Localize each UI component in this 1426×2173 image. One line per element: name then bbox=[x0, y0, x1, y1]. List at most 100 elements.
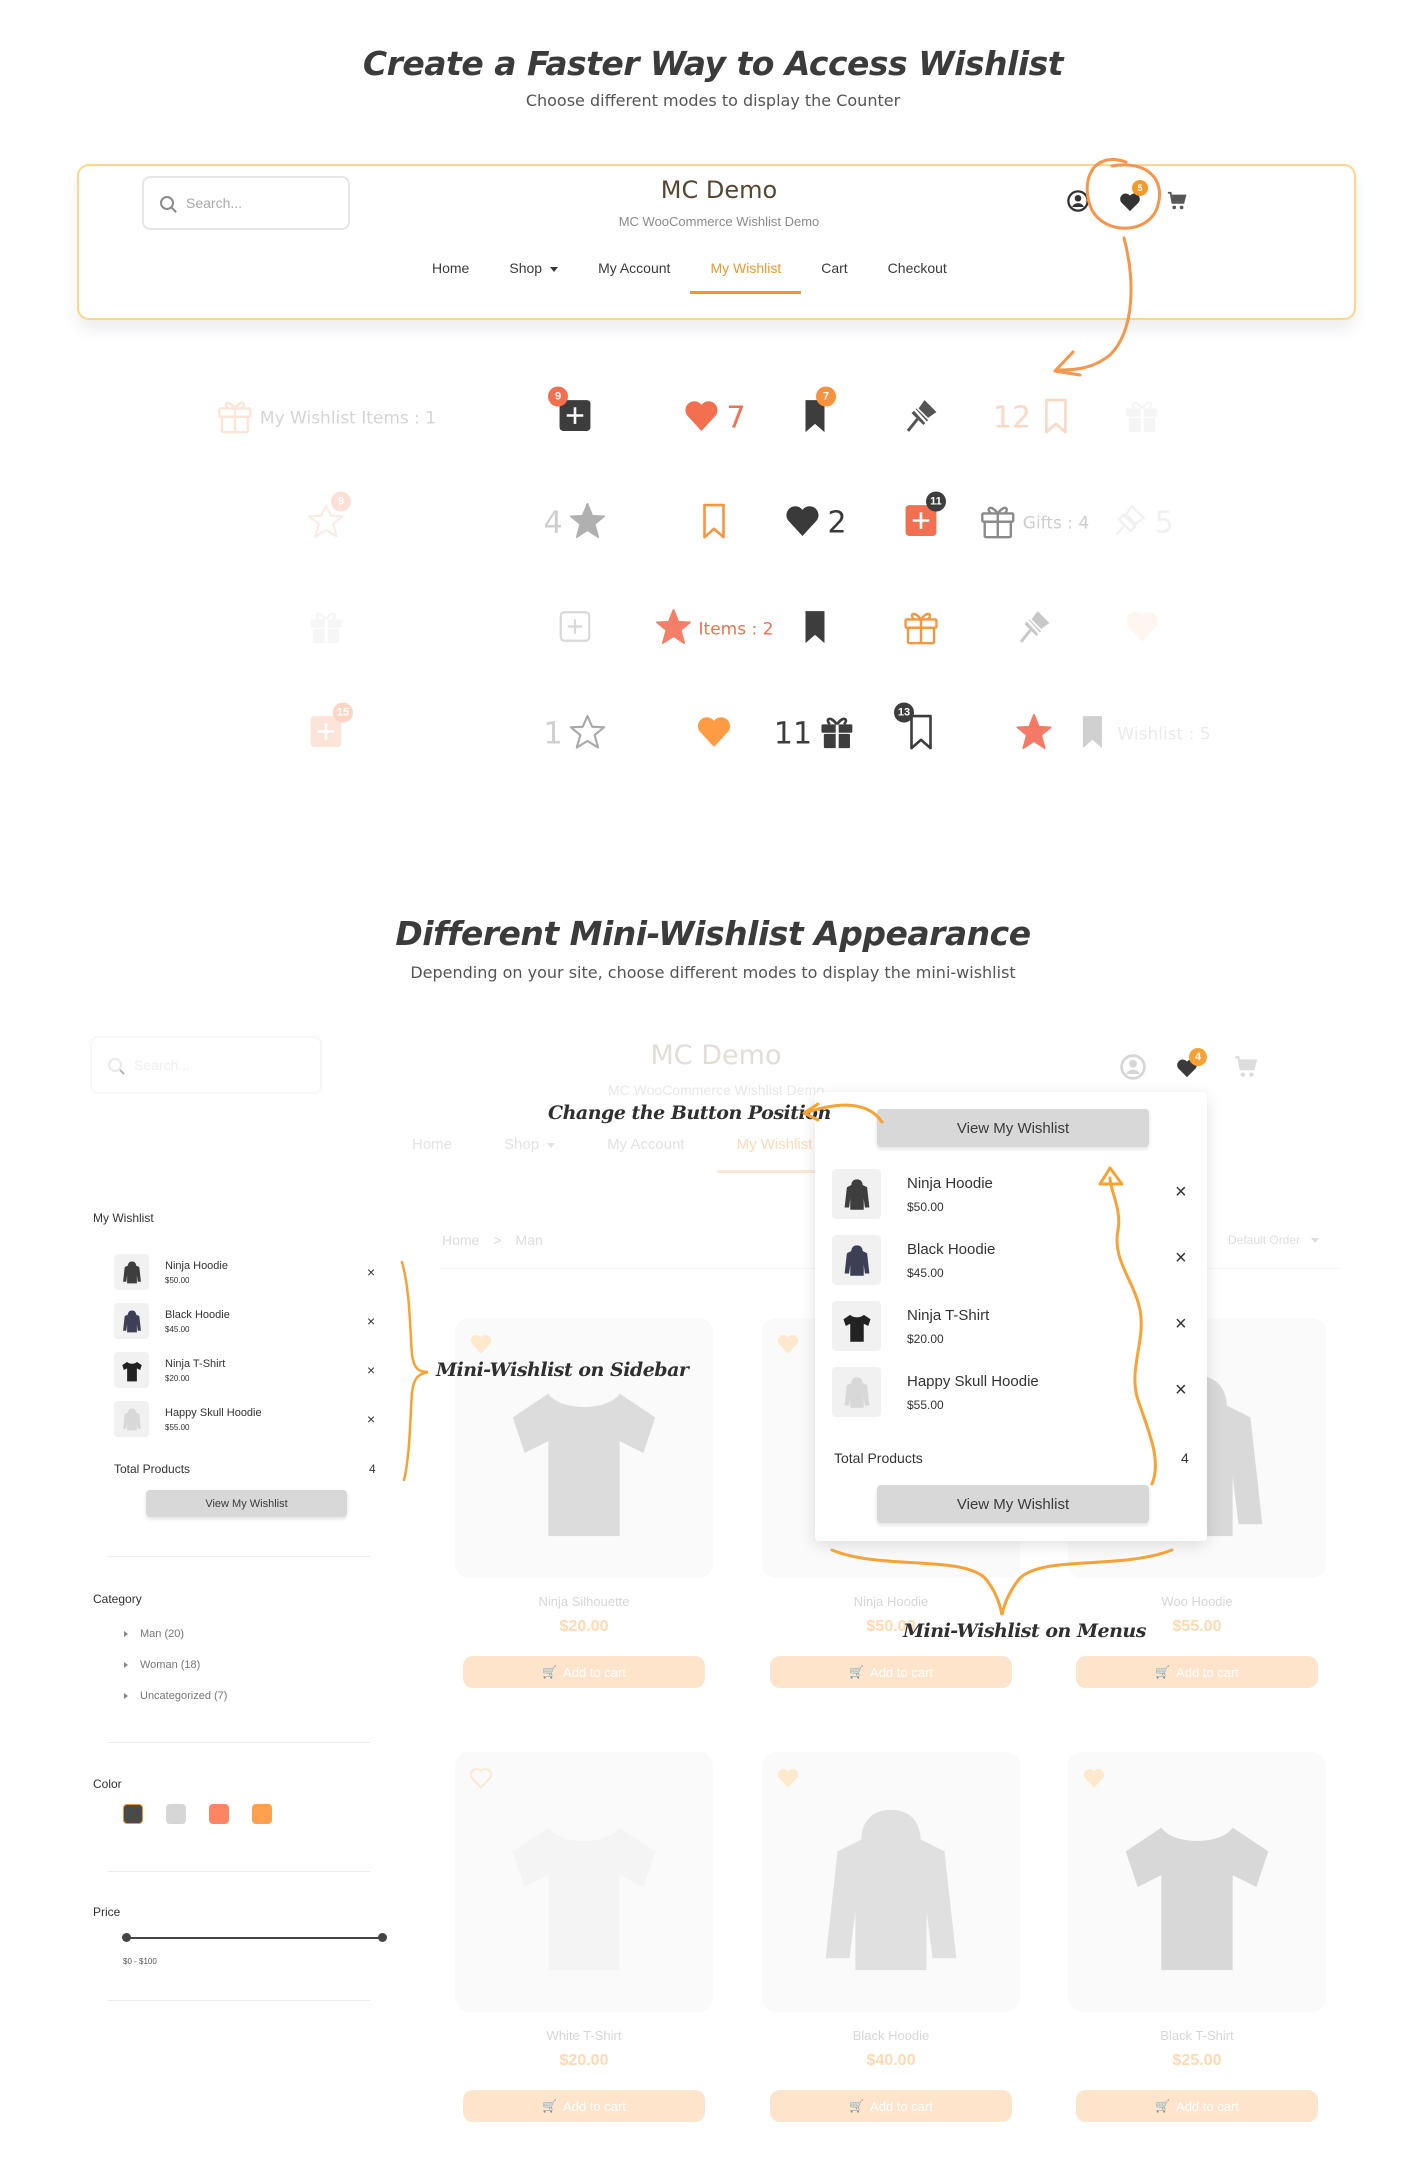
popup-view-wishlist-top-button[interactable]: View My Wishlist bbox=[877, 1109, 1149, 1147]
cart-icon[interactable] bbox=[1166, 190, 1188, 212]
remove-item-icon[interactable]: × bbox=[367, 1362, 375, 1378]
search-placeholder: Search... bbox=[134, 1057, 191, 1073]
header-demo: Search... MC Demo MC WooCommerce Wishlis… bbox=[77, 164, 1356, 320]
user-icon[interactable] bbox=[1067, 190, 1089, 212]
wishlist-header-button[interactable]: 5 bbox=[1119, 180, 1149, 214]
nav-my-account[interactable]: My Account bbox=[607, 1136, 685, 1153]
sidebar-view-wishlist-button[interactable]: View My Wishlist bbox=[146, 1490, 347, 1517]
color-swatch[interactable] bbox=[209, 1804, 229, 1824]
product-name[interactable]: Ninja Silhouette bbox=[455, 1594, 713, 1609]
product-price: $20.00 bbox=[559, 2052, 609, 2069]
item-price: $50.00 bbox=[907, 1199, 944, 1214]
remove-item-icon[interactable]: × bbox=[367, 1264, 375, 1280]
nav-my-account[interactable]: My Account bbox=[598, 260, 670, 276]
add-to-cart-button[interactable]: 🛒 Add to cart bbox=[463, 1656, 705, 1688]
popup-total-value: 4 bbox=[1181, 1450, 1189, 1466]
nav-my-wishlist[interactable]: My Wishlist bbox=[690, 260, 801, 294]
product-thumbnail[interactable] bbox=[114, 1303, 149, 1339]
site-brand[interactable]: MC Demo bbox=[569, 176, 869, 204]
main-nav: Home Shop My Account My Wishlist Cart Ch… bbox=[432, 260, 947, 294]
product-price: $40.00 bbox=[866, 2052, 916, 2069]
search-input[interactable]: Search... bbox=[142, 176, 350, 230]
product-thumbnail[interactable] bbox=[114, 1401, 149, 1437]
counter-example: Wishlist : 5 bbox=[1073, 713, 1211, 756]
product-thumbnail[interactable] bbox=[832, 1367, 881, 1417]
breadcrumb-home[interactable]: Home bbox=[442, 1232, 479, 1248]
nav-home[interactable]: Home bbox=[412, 1136, 452, 1153]
product-name[interactable]: White T-Shirt bbox=[455, 2028, 713, 2043]
color-swatch[interactable] bbox=[123, 1804, 143, 1824]
product-card[interactable] bbox=[762, 1752, 1020, 2012]
item-name[interactable]: Black Hoodie bbox=[165, 1309, 230, 1321]
price-slider-max-handle[interactable] bbox=[378, 1933, 387, 1942]
remove-item-icon[interactable]: × bbox=[1175, 1313, 1187, 1336]
sort-select[interactable]: Default Order bbox=[1228, 1233, 1320, 1247]
product-name[interactable]: Ninja Hoodie bbox=[762, 1594, 1020, 1609]
counter-value: 4 bbox=[543, 505, 563, 541]
nav-home[interactable]: Home bbox=[432, 260, 469, 276]
item-name[interactable]: Happy Skull Hoodie bbox=[165, 1407, 262, 1419]
product-thumbnail[interactable] bbox=[114, 1254, 149, 1290]
popup-view-wishlist-bottom-button[interactable]: View My Wishlist bbox=[877, 1485, 1149, 1523]
caret-right-icon bbox=[124, 1631, 128, 1637]
nav-shop[interactable]: Shop bbox=[504, 1136, 556, 1153]
product-name[interactable]: Woo Hoodie bbox=[1068, 1594, 1326, 1609]
item-name[interactable]: Happy Skull Hoodie bbox=[907, 1373, 1039, 1390]
category-item[interactable]: Man (20) bbox=[124, 1628, 184, 1640]
star-icon bbox=[655, 608, 693, 651]
product-thumbnail[interactable] bbox=[114, 1352, 149, 1388]
color-swatch[interactable] bbox=[166, 1804, 186, 1824]
chevron-down-icon bbox=[1311, 1238, 1320, 1244]
product-card[interactable] bbox=[1068, 1752, 1326, 2012]
nav-checkout[interactable]: Checkout bbox=[888, 260, 947, 276]
product-name[interactable]: Black T-Shirt bbox=[1068, 2028, 1326, 2043]
color-swatch[interactable] bbox=[252, 1804, 272, 1824]
product-card[interactable] bbox=[455, 1318, 713, 1578]
cart-icon: 🛒 bbox=[1155, 1665, 1171, 1679]
wishlist-count-badge: 4 bbox=[1189, 1048, 1207, 1066]
counter-example: 7 bbox=[682, 397, 746, 440]
remove-item-icon[interactable]: × bbox=[1175, 1247, 1187, 1270]
item-name[interactable]: Ninja Hoodie bbox=[907, 1175, 993, 1192]
remove-item-icon[interactable]: × bbox=[367, 1411, 375, 1427]
cart-icon[interactable] bbox=[1233, 1054, 1259, 1080]
item-name[interactable]: Ninja T-Shirt bbox=[165, 1358, 225, 1370]
counter-value: 7 bbox=[726, 400, 746, 436]
counter-value: 5 bbox=[1154, 505, 1174, 541]
counter-example bbox=[695, 713, 733, 756]
category-item[interactable]: Woman (18) bbox=[124, 1659, 200, 1671]
item-name[interactable]: Ninja Hoodie bbox=[165, 1260, 228, 1272]
user-icon[interactable] bbox=[1120, 1054, 1146, 1080]
counter-example bbox=[902, 397, 940, 440]
remove-item-icon[interactable]: × bbox=[1175, 1379, 1187, 1402]
add-to-cart-button[interactable]: 🛒 Add to cart bbox=[1076, 2090, 1318, 2122]
add-to-cart-button[interactable]: 🛒 Add to cart bbox=[770, 2090, 1012, 2122]
heart-icon bbox=[682, 397, 720, 440]
item-name[interactable]: Ninja T-Shirt bbox=[907, 1307, 989, 1324]
nav-my-wishlist[interactable]: My Wishlist bbox=[737, 1136, 813, 1153]
chevron-down-icon bbox=[547, 1142, 556, 1148]
add-to-cart-button[interactable]: 🛒 Add to cart bbox=[1076, 1656, 1318, 1688]
sidebar-total-value: 4 bbox=[369, 1462, 376, 1476]
add-to-cart-button[interactable]: 🛒 Add to cart bbox=[463, 2090, 705, 2122]
nav-shop[interactable]: Shop bbox=[509, 260, 559, 276]
remove-item-icon[interactable]: × bbox=[1175, 1181, 1187, 1204]
item-name[interactable]: Black Hoodie bbox=[907, 1241, 995, 1258]
nav-cart[interactable]: Cart bbox=[821, 260, 847, 276]
sidebar-divider bbox=[108, 2000, 370, 2001]
search-input-faded[interactable]: Search... bbox=[90, 1036, 322, 1094]
counter-badge: 13 bbox=[894, 702, 914, 723]
remove-item-icon[interactable]: × bbox=[367, 1313, 375, 1329]
section1-subtitle: Choose different modes to display the Co… bbox=[525, 91, 901, 110]
add-to-cart-button[interactable]: 🛒 Add to cart bbox=[770, 1656, 1012, 1688]
product-thumbnail[interactable] bbox=[832, 1235, 881, 1285]
product-thumbnail[interactable] bbox=[832, 1301, 881, 1351]
counter-example: 12 bbox=[993, 397, 1075, 440]
price-slider-min-handle[interactable] bbox=[122, 1933, 131, 1942]
category-label: Uncategorized (7) bbox=[140, 1690, 228, 1702]
category-item[interactable]: Uncategorized (7) bbox=[124, 1690, 227, 1702]
wishlist-header-button[interactable]: 4 bbox=[1176, 1048, 1208, 1082]
product-card[interactable] bbox=[455, 1752, 713, 2012]
product-thumbnail[interactable] bbox=[832, 1169, 881, 1219]
product-name[interactable]: Black Hoodie bbox=[762, 2028, 1020, 2043]
